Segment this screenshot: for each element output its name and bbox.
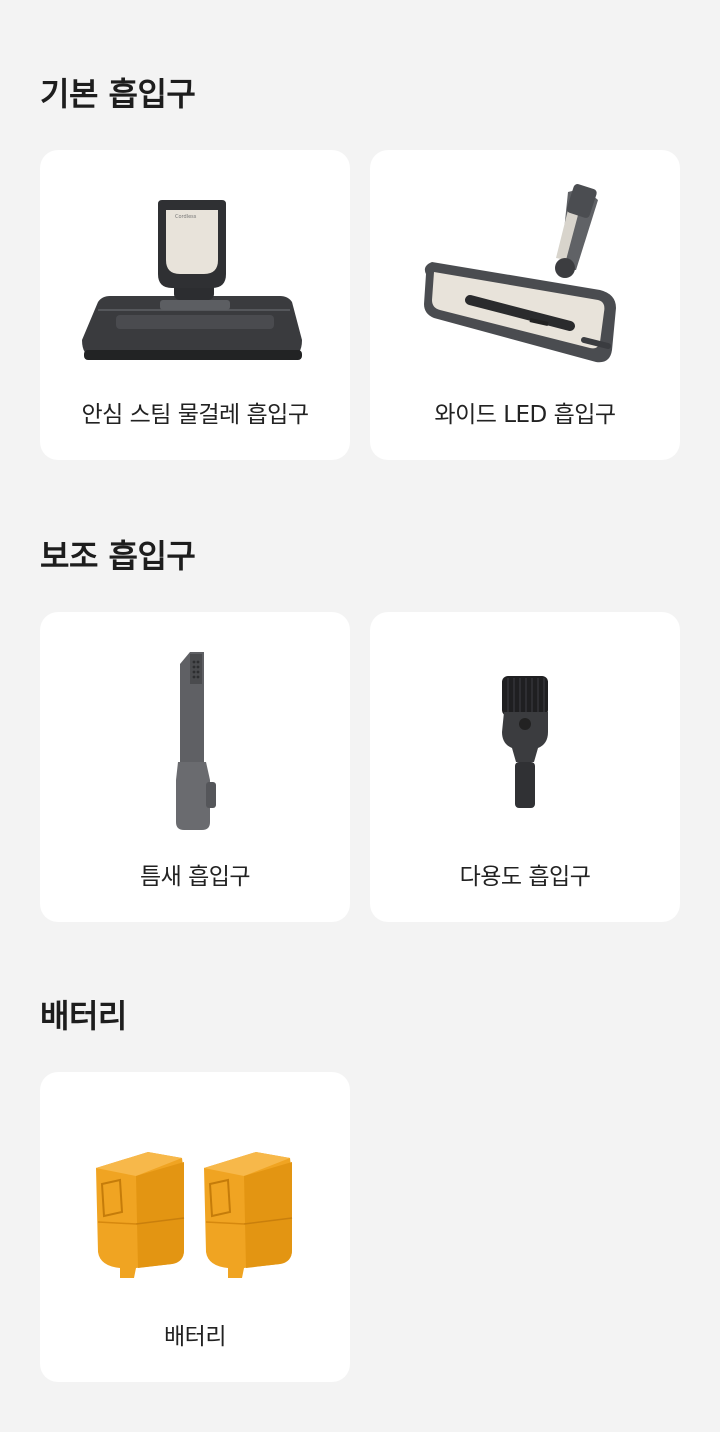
product-label: 다용도 흡입구 (459, 864, 591, 890)
crevice-tool-icon (40, 612, 350, 852)
product-card-wide-led-nozzle[interactable]: 와이드 LED 흡입구 (370, 150, 680, 460)
product-card-steam-mop-nozzle[interactable]: Cordless 안심 스팀 물걸레 흡입구 (40, 150, 350, 460)
product-label: 틈새 흡입구 (139, 864, 251, 890)
steam-mop-nozzle-icon: Cordless (40, 150, 350, 390)
svg-text:Cordless: Cordless (175, 214, 197, 220)
product-label: 안심 스팀 물걸레 흡입구 (81, 402, 309, 428)
product-card-crevice-tool[interactable]: 틈새 흡입구 (40, 612, 350, 922)
product-card-multipurpose-brush[interactable]: 다용도 흡입구 (370, 612, 680, 922)
wide-led-nozzle-icon (370, 150, 680, 390)
section-title-battery: 배터리 (40, 997, 127, 1035)
product-label: 배터리 (164, 1324, 226, 1350)
product-card-battery[interactable]: 배터리 (40, 1072, 350, 1382)
section-title-basic-nozzles: 기본 흡입구 (40, 75, 196, 113)
section-title-auxiliary-nozzles: 보조 흡입구 (40, 537, 196, 575)
product-label: 와이드 LED 흡입구 (434, 402, 616, 428)
multipurpose-brush-icon (370, 612, 680, 852)
battery-pack-icon (40, 1072, 350, 1312)
